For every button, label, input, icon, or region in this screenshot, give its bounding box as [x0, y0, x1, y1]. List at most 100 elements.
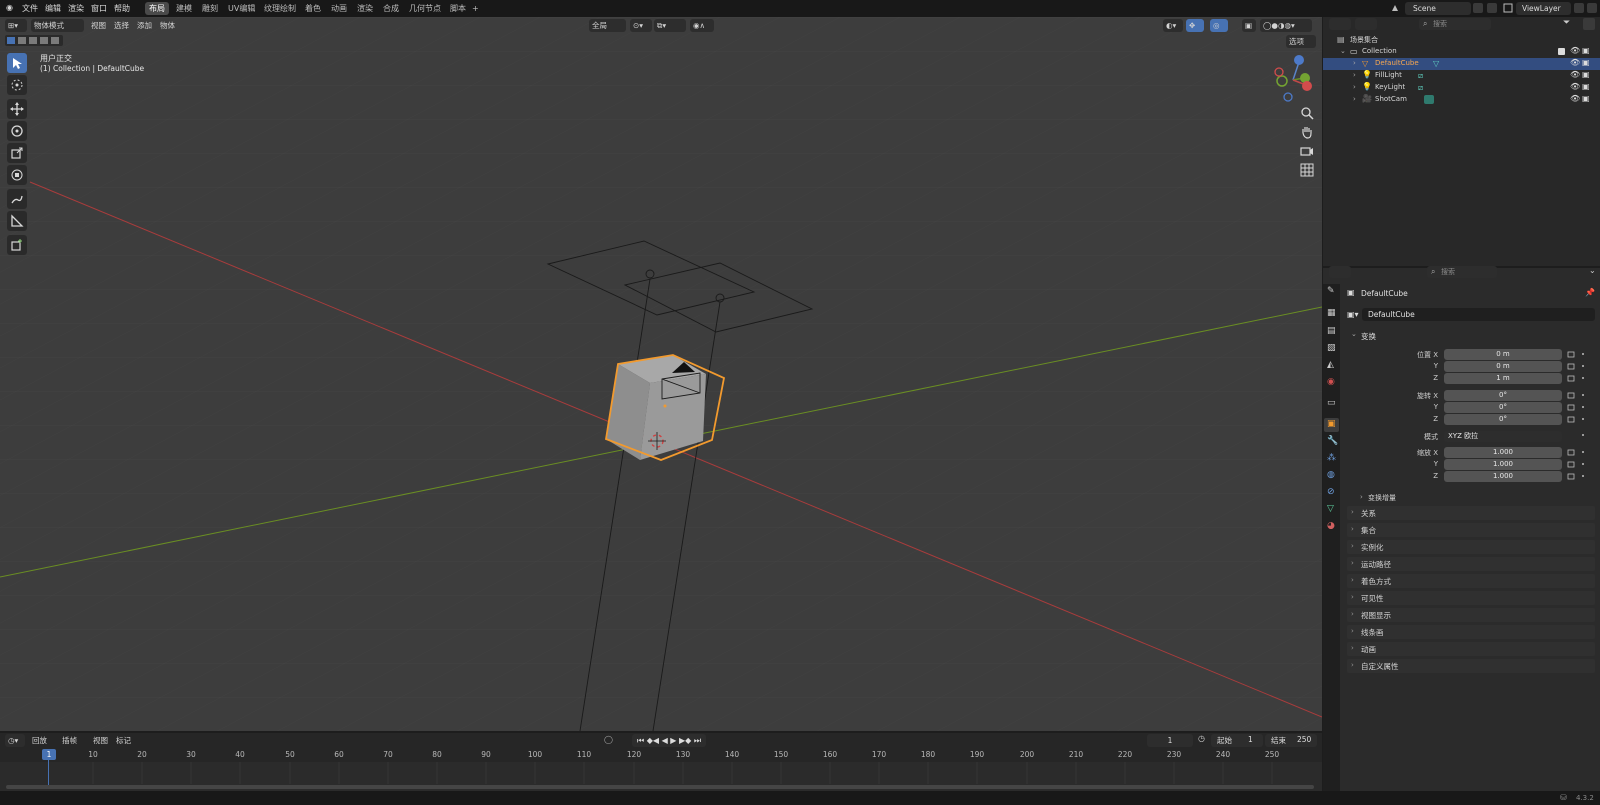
physics-tab-icon[interactable]: ◍	[1327, 470, 1335, 480]
transform-orientation-dropdown[interactable]: 全局	[589, 19, 626, 32]
scale-tool[interactable]	[7, 143, 27, 163]
outliner-row-collection[interactable]: ⌄ ▭ Collection 👁 ▣	[1323, 46, 1600, 58]
object-mode-dropdown[interactable]: 物体模式	[31, 19, 84, 32]
playback-controls[interactable]: ⏮ ◆◀ ◀ ▶ ▶◆ ⏭	[632, 734, 706, 747]
camera-render-icon[interactable]: ▣	[1582, 70, 1590, 79]
viewport-menu-add[interactable]: 添加	[134, 19, 155, 32]
scale-x-field[interactable]: 1.000	[1444, 447, 1562, 458]
expand-collapse-icon[interactable]: ⌄	[1340, 47, 1346, 55]
tab-modeling[interactable]: 建模	[172, 2, 196, 15]
delta-transform-header[interactable]: 变换增量	[1368, 493, 1396, 503]
location-z-field[interactable]: 1 m	[1444, 373, 1562, 384]
end-frame-field[interactable]: 250	[1297, 735, 1311, 744]
delta-transform-expand-icon[interactable]: ›	[1360, 493, 1363, 501]
camera-view-icon[interactable]	[1299, 143, 1315, 159]
checkbox-icon[interactable]	[1558, 48, 1565, 55]
tab-texture-paint[interactable]: 纹理绘制	[260, 2, 300, 15]
gizmo-toggle-icon[interactable]: ✥	[1186, 19, 1204, 32]
tab-compositing[interactable]: 合成	[379, 2, 403, 15]
zoom-icon[interactable]	[1299, 105, 1315, 121]
record-keyframe-icon[interactable]: ◯	[604, 735, 613, 744]
data-tab-icon[interactable]: ▽	[1327, 504, 1334, 514]
rotate-tool[interactable]	[7, 121, 27, 141]
view-layer-selector[interactable]: ViewLayer	[1516, 2, 1571, 15]
playhead-line[interactable]	[48, 760, 49, 788]
proportional-edit-icon[interactable]: ◉∧	[690, 19, 714, 32]
camera-render-icon[interactable]: ▣	[1582, 58, 1590, 67]
remove-scene-icon[interactable]	[1487, 3, 1497, 13]
particles-tab-icon[interactable]: ⁂	[1327, 453, 1336, 463]
timeline-menu-keying[interactable]: 插帧	[59, 734, 80, 747]
eye-icon[interactable]: 👁	[1570, 58, 1580, 67]
outliner-row-keylight[interactable]: › 💡 KeyLight ⧄ 👁 ▣	[1323, 82, 1600, 94]
expand-arrow-icon[interactable]: ›	[1353, 83, 1356, 91]
transform-header[interactable]: 变换	[1361, 331, 1376, 342]
start-frame-field[interactable]: 1	[1248, 735, 1253, 744]
tool-tab-icon[interactable]: ✎	[1327, 286, 1335, 296]
timeline-menu-view[interactable]: 视图	[90, 734, 111, 747]
light-data-icon[interactable]: ⧄	[1418, 71, 1423, 81]
tab-sculpting[interactable]: 雕刻	[198, 2, 222, 15]
move-tool[interactable]	[7, 99, 27, 119]
pan-hand-icon[interactable]	[1299, 124, 1315, 140]
menu-render[interactable]: 渲染	[68, 3, 84, 14]
properties-search-input[interactable]: 搜索	[1427, 266, 1497, 278]
tab-scripting[interactable]: 脚本	[446, 2, 470, 15]
pivot-point-icon[interactable]: ⊙▾	[630, 19, 652, 32]
tab-uv-editing[interactable]: UV编辑	[224, 2, 259, 15]
constraints-tab-icon[interactable]: ⊘	[1327, 487, 1335, 497]
eye-icon[interactable]: 👁	[1570, 70, 1580, 79]
overlay-toggle-icon[interactable]: ◎	[1210, 19, 1228, 32]
timeline-scrollbar[interactable]	[6, 785, 1314, 789]
select-mode-icons[interactable]	[5, 35, 63, 46]
add-workspace-button[interactable]: +	[468, 2, 483, 15]
outliner-row-shotcam[interactable]: › 🎥 ShotCam 👁 ▣	[1323, 94, 1600, 106]
clock-icon[interactable]: ◷	[1198, 734, 1205, 743]
light-data-icon[interactable]: ⧄	[1418, 83, 1423, 93]
location-y-field[interactable]: 0 m	[1444, 361, 1562, 372]
camera-render-icon[interactable]: ▣	[1582, 94, 1590, 103]
panel-instancing[interactable]: › 实例化	[1347, 540, 1595, 554]
filter-icon[interactable]: ⏷	[1563, 18, 1570, 28]
add-cube-tool[interactable]	[7, 235, 27, 255]
panel-custom-properties[interactable]: › 自定义属性	[1347, 659, 1595, 673]
new-collection-icon[interactable]	[1583, 18, 1595, 30]
camera-data-icon[interactable]	[1424, 95, 1434, 104]
material-tab-icon[interactable]: ◕	[1327, 521, 1335, 531]
panel-relations[interactable]: › 关系	[1347, 506, 1595, 520]
transform-collapse-icon[interactable]: ⌄	[1351, 330, 1357, 338]
render-tab-icon[interactable]: ▦	[1327, 308, 1336, 318]
current-frame-field[interactable]: 1	[1147, 734, 1193, 747]
scene-icon[interactable]	[1390, 2, 1400, 14]
eye-icon[interactable]: 👁	[1570, 94, 1580, 103]
expand-arrow-icon[interactable]: ›	[1353, 59, 1356, 67]
lock-icons-column[interactable]	[1566, 349, 1596, 485]
object-name-field[interactable]: DefaultCube	[1362, 308, 1595, 321]
object-datablock-icon[interactable]: ▣▾	[1347, 310, 1359, 319]
timeline-menu-marker[interactable]: 标记	[113, 734, 134, 747]
rotation-mode-dropdown[interactable]: XYZ 欧拉	[1444, 431, 1562, 442]
location-x-field[interactable]: 0 m	[1444, 349, 1562, 360]
viewport-menu-select[interactable]: 选择	[111, 19, 132, 32]
snap-icon[interactable]: ⧉▾	[654, 19, 686, 32]
timeline-editor-type-icon[interactable]: ◷▾	[5, 734, 25, 747]
transform-tool[interactable]	[7, 165, 27, 185]
outliner-display-mode-icon[interactable]	[1355, 18, 1377, 30]
modifiers-tab-icon[interactable]: 🔧	[1327, 436, 1338, 446]
scale-z-field[interactable]: 1.000	[1444, 471, 1562, 482]
panel-animation[interactable]: › 动画	[1347, 642, 1595, 656]
eye-icon[interactable]: 👁	[1570, 82, 1580, 91]
panel-motion-paths[interactable]: › 运动路径	[1347, 557, 1595, 571]
timeline-area[interactable]: 10 20 30 40 50 60 70 80 90 100 110 120 1…	[0, 748, 1322, 791]
camera-render-icon[interactable]: ▣	[1582, 82, 1590, 91]
remove-view-layer-icon[interactable]	[1587, 3, 1597, 13]
xray-toggle-icon[interactable]: ▣	[1242, 19, 1256, 32]
panel-line-art[interactable]: › 线条画	[1347, 625, 1595, 639]
3d-viewport[interactable]: 用户正交 (1) Collection | DefaultCube	[0, 17, 1322, 731]
tab-rendering[interactable]: 渲染	[353, 2, 377, 15]
mesh-data-icon[interactable]: ▽	[1433, 59, 1439, 68]
outliner-editor-type-icon[interactable]	[1329, 18, 1351, 30]
rotation-z-field[interactable]: 0°	[1444, 414, 1562, 425]
outliner-row-scene-collection[interactable]: ▤ 场景集合	[1323, 34, 1600, 46]
output-tab-icon[interactable]: ▤	[1327, 326, 1336, 336]
